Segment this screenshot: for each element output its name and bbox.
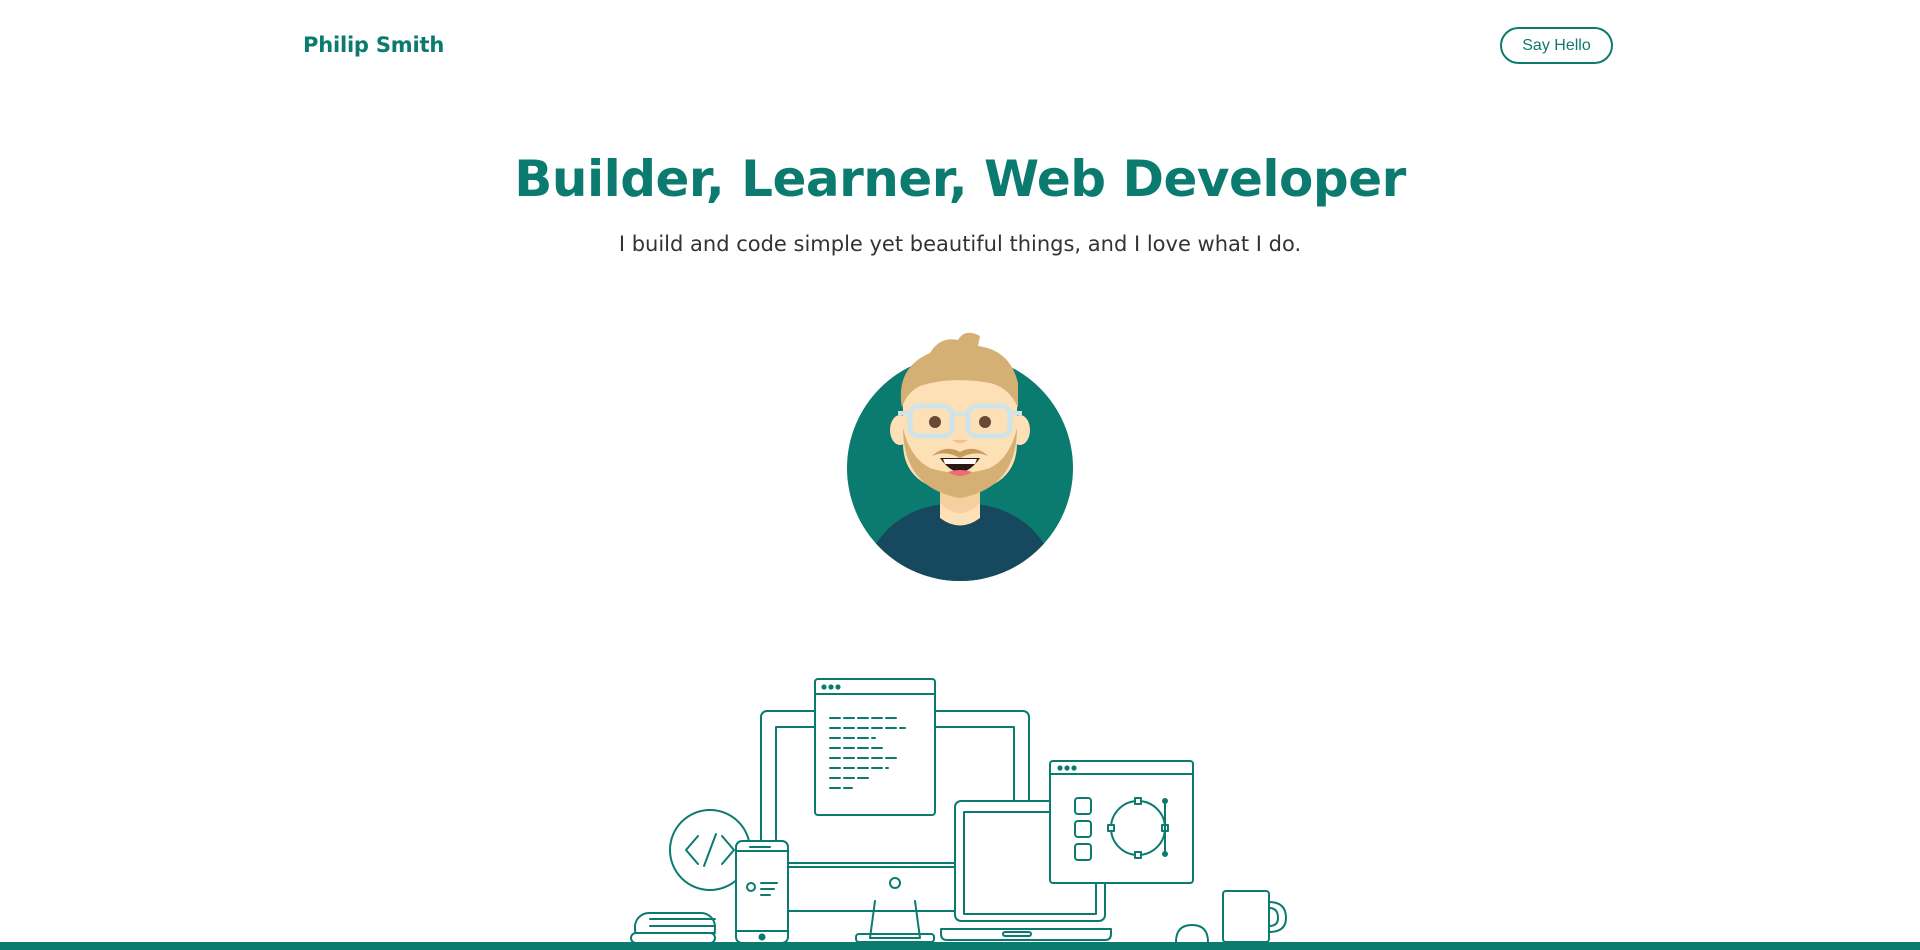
say-hello-button[interactable]: Say Hello: [1500, 27, 1613, 64]
site-header: Philip Smith Say Hello: [0, 0, 1920, 95]
devices-illustration: [630, 678, 1287, 944]
hero-title: Builder, Learner, Web Developer: [514, 150, 1406, 208]
avatar: [847, 332, 1073, 581]
footer-bar: [0, 942, 1920, 950]
brand-logo[interactable]: Philip Smith: [303, 33, 444, 57]
hero-subtitle: I build and code simple yet beautiful th…: [618, 232, 1302, 256]
